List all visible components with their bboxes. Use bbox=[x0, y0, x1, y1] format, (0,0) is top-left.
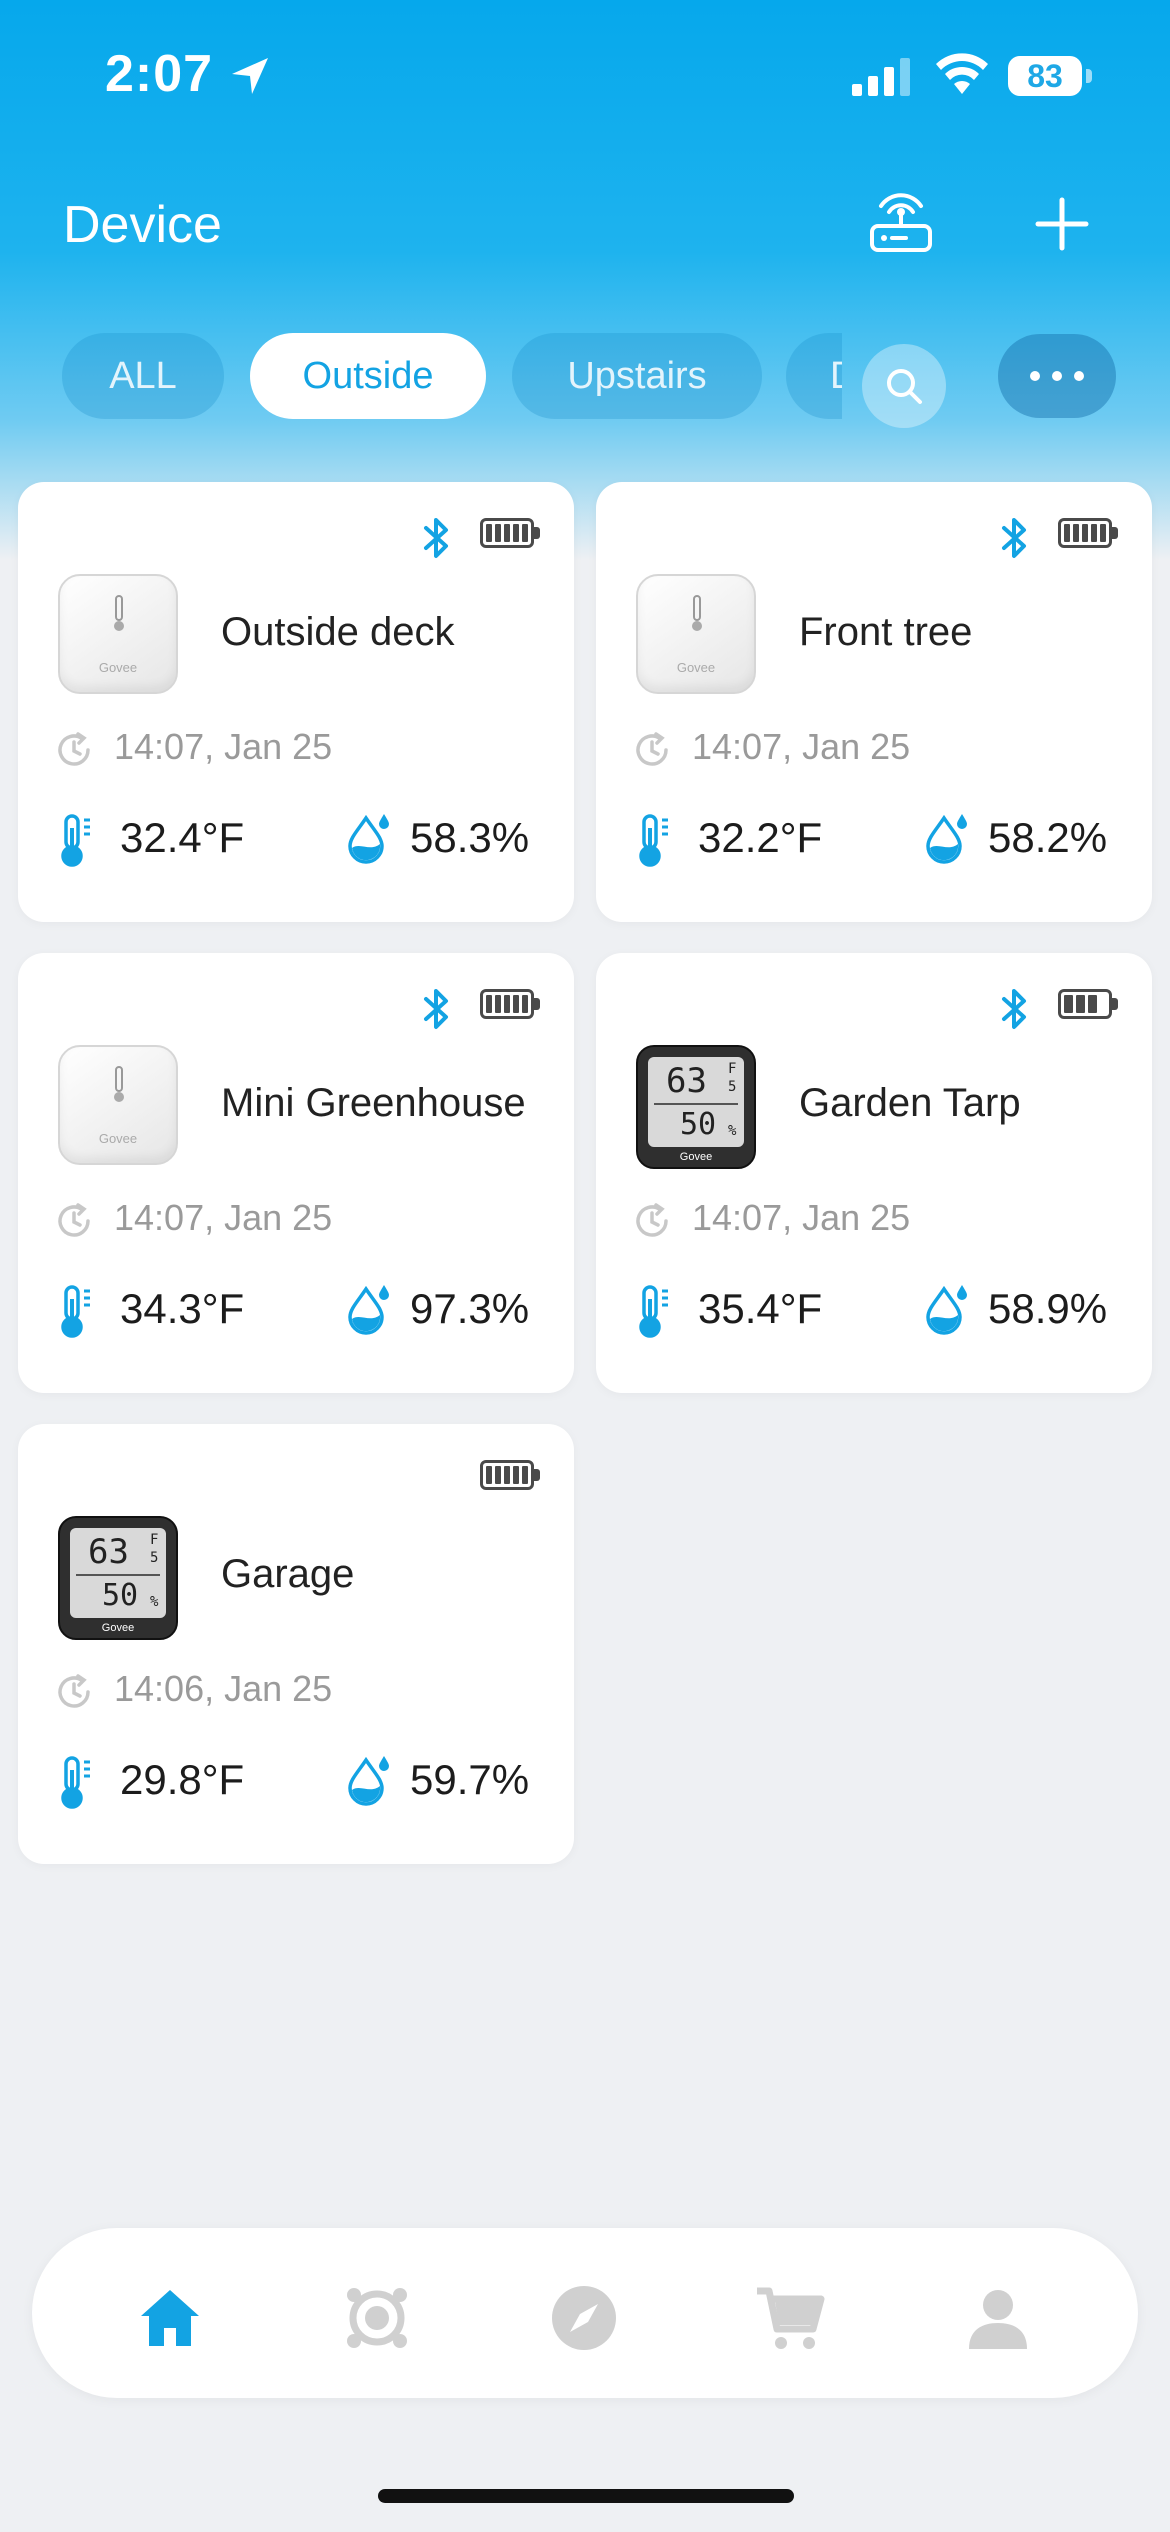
humidity-value: 58.3% bbox=[410, 814, 530, 861]
nav-shop[interactable] bbox=[751, 2278, 831, 2358]
device-name: Mini Greenhouse bbox=[221, 1081, 526, 1125]
thermometer-icon bbox=[61, 1756, 90, 1809]
device-card[interactable]: 63 F 5 50% Govee Garage 14:06, Jan 25 29.8°F 59.… bbox=[18, 1424, 574, 1864]
temperature-value: 32.4°F bbox=[120, 814, 245, 861]
add-device-icon[interactable] bbox=[1034, 196, 1090, 252]
last-updated: 14:07, Jan 25 bbox=[692, 1197, 911, 1238]
battery-percent: 83 bbox=[1027, 58, 1063, 94]
last-updated: 14:07, Jan 25 bbox=[114, 1197, 333, 1238]
clock-icon bbox=[58, 732, 90, 766]
sensor-thumbnail: 63 F 5 50% Govee bbox=[58, 1516, 182, 1640]
humidity-value: 58.9% bbox=[988, 1285, 1108, 1332]
tab-d[interactable]: D bbox=[786, 333, 842, 419]
location-arrow-icon bbox=[232, 58, 268, 94]
more-icon bbox=[1024, 371, 1090, 381]
humidity-icon bbox=[926, 814, 967, 864]
white-sensor-image: Govee bbox=[636, 574, 756, 694]
battery-icon bbox=[1058, 518, 1120, 552]
lcd-hygrometer-image: 63 F 5 50% Govee bbox=[636, 1045, 756, 1169]
cellular-signal-icon bbox=[852, 58, 910, 96]
humidity-value: 97.3% bbox=[410, 1285, 530, 1332]
temperature-value: 32.2°F bbox=[698, 814, 823, 861]
device-name: Garage bbox=[221, 1552, 355, 1596]
humidity-value: 58.2% bbox=[988, 814, 1108, 861]
discover-icon bbox=[552, 2286, 616, 2350]
bluetooth-icon bbox=[424, 989, 448, 1029]
search-icon bbox=[887, 369, 922, 404]
device-card[interactable]: 63 F 5 50% Govee Garden Tarp 14:07, Jan 25 35.4… bbox=[596, 953, 1152, 1393]
device-name: Outside deck bbox=[221, 610, 455, 654]
sensor-thumbnail: Govee bbox=[58, 574, 182, 698]
humidity-icon bbox=[348, 1285, 389, 1335]
nav-home[interactable] bbox=[130, 2278, 210, 2358]
last-updated: 14:06, Jan 25 bbox=[114, 1668, 333, 1709]
temperature-value: 34.3°F bbox=[120, 1285, 245, 1332]
bluetooth-icon bbox=[1002, 989, 1026, 1029]
thermometer-icon bbox=[61, 814, 90, 867]
humidity-value: 59.7% bbox=[410, 1756, 530, 1803]
device-card[interactable]: Govee Outside deck 14:07, Jan 25 32.4°F 58.3… bbox=[18, 482, 574, 922]
home-indicator bbox=[378, 2489, 794, 2503]
sensor-thumbnail: Govee bbox=[636, 574, 760, 698]
page-title: Device bbox=[63, 196, 222, 254]
nav-discover[interactable] bbox=[544, 2278, 624, 2358]
clock-icon bbox=[636, 732, 668, 766]
bottom-nav bbox=[32, 2228, 1138, 2398]
cart-icon bbox=[757, 2287, 825, 2349]
thermometer-icon bbox=[639, 1285, 668, 1338]
temperature-value: 29.8°F bbox=[120, 1756, 245, 1803]
battery-icon bbox=[1058, 989, 1120, 1023]
gateway-icon[interactable] bbox=[866, 190, 936, 256]
sensor-thumbnail: 63 F 5 50% Govee bbox=[636, 1045, 760, 1169]
white-sensor-image: Govee bbox=[58, 574, 178, 694]
tab-outside[interactable]: Outside bbox=[250, 333, 486, 419]
sensor-thumbnail: Govee bbox=[58, 1045, 182, 1169]
clock-icon bbox=[58, 1674, 90, 1708]
humidity-icon bbox=[348, 814, 389, 864]
clock-icon bbox=[636, 1203, 668, 1237]
thermometer-icon bbox=[61, 1285, 90, 1338]
home-icon bbox=[141, 2290, 199, 2346]
thermometer-icon bbox=[639, 814, 668, 867]
tab-all[interactable]: ALL bbox=[62, 333, 224, 419]
last-updated: 14:07, Jan 25 bbox=[114, 726, 333, 767]
temperature-value: 35.4°F bbox=[698, 1285, 823, 1332]
profile-icon bbox=[969, 2290, 1027, 2349]
device-name: Garden Tarp bbox=[799, 1081, 1021, 1125]
room-tabs: ALL Outside Upstairs D bbox=[62, 333, 842, 419]
scenes-icon bbox=[347, 2288, 407, 2348]
device-card[interactable]: Govee Mini Greenhouse 14:07, Jan 25 34.3°F 9… bbox=[18, 953, 574, 1393]
tab-upstairs[interactable]: Upstairs bbox=[512, 333, 762, 419]
status-time: 2:07 bbox=[105, 45, 214, 103]
wifi-icon bbox=[936, 53, 988, 94]
bluetooth-icon bbox=[424, 518, 448, 558]
humidity-icon bbox=[926, 1285, 967, 1335]
white-sensor-image: Govee bbox=[58, 1045, 178, 1165]
last-updated: 14:07, Jan 25 bbox=[692, 726, 911, 767]
lcd-hygrometer-image: 63 F 5 50% Govee bbox=[58, 1516, 178, 1640]
battery-icon bbox=[480, 518, 542, 552]
device-name: Front tree bbox=[799, 610, 973, 654]
nav-profile[interactable] bbox=[958, 2278, 1038, 2358]
clock-icon bbox=[58, 1203, 90, 1237]
humidity-icon bbox=[348, 1756, 389, 1806]
battery-icon bbox=[480, 989, 542, 1023]
nav-scenes[interactable] bbox=[337, 2278, 417, 2358]
battery-icon bbox=[480, 1460, 542, 1494]
status-battery: 83 bbox=[1008, 56, 1092, 96]
more-button[interactable] bbox=[998, 334, 1116, 418]
search-button[interactable] bbox=[862, 344, 946, 428]
device-card[interactable]: Govee Front tree 14:07, Jan 25 32.2°F 58.2% bbox=[596, 482, 1152, 922]
bluetooth-icon bbox=[1002, 518, 1026, 558]
